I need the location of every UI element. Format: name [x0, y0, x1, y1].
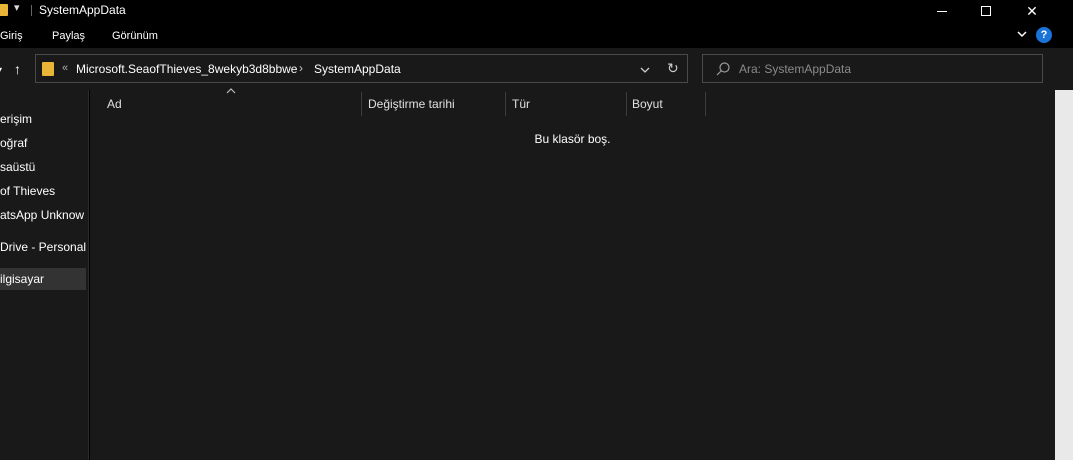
minimize-icon [937, 10, 947, 12]
sidebar-item-quick-access[interactable]: erişim [0, 108, 86, 130]
file-list[interactable]: Ad Değiştirme tarihi Tür Boyut Bu klasör… [90, 88, 1055, 460]
empty-folder-message: Bu klasör boş. [534, 132, 611, 146]
recent-locations-icon[interactable]: ▾ [0, 63, 2, 77]
expand-ribbon-chevron-icon[interactable] [1016, 28, 1028, 40]
sidebar-item-whatsapp[interactable]: atsApp Unknow [0, 204, 86, 226]
navigation-bar: ▾ ↑ « Microsoft.SeaofThieves_8wekyb3d8bb… [0, 48, 1073, 90]
sidebar-item-label: of Thieves [0, 184, 56, 198]
column-divider[interactable] [361, 92, 362, 116]
up-arrow-icon[interactable]: ↑ [14, 61, 21, 77]
maximize-button[interactable] [963, 0, 1009, 22]
tab-share[interactable]: Paylaş [52, 30, 85, 42]
sidebar-item-sea-of-thieves[interactable]: of Thieves [0, 180, 86, 202]
column-divider[interactable] [626, 92, 627, 116]
sidebar-item-label: Drive - Personal [0, 240, 86, 254]
minimize-button[interactable] [919, 0, 965, 22]
column-divider[interactable] [505, 92, 506, 116]
column-header-date-modified[interactable]: Değiştirme tarihi [368, 90, 503, 116]
maximize-icon [981, 6, 991, 16]
close-icon: ✕ [1026, 2, 1038, 19]
window-title: SystemAppData [39, 3, 126, 17]
quick-access-dropdown-icon[interactable]: ▾ [14, 1, 20, 14]
breadcrumb-overflow-icon[interactable]: « [62, 62, 68, 74]
column-header-size[interactable]: Boyut [632, 90, 702, 116]
search-icon [716, 62, 730, 76]
window-edge [1055, 90, 1073, 460]
close-button[interactable]: ✕ [1009, 0, 1055, 22]
column-header-name[interactable]: Ad [107, 90, 357, 116]
breadcrumb-chevron-icon[interactable]: › [299, 61, 303, 75]
ribbon-tabs: Giriş Paylaş Görünüm ? [0, 22, 1073, 48]
sidebar-item-label: ilgisayar [0, 272, 45, 286]
help-icon[interactable]: ? [1036, 27, 1052, 43]
address-dropdown-chevron-icon[interactable] [639, 64, 651, 76]
sidebar-item-pictures[interactable]: oğraf [0, 132, 86, 154]
folder-icon [0, 4, 8, 16]
folder-icon [42, 62, 54, 76]
navigation-pane: erişim oğraf saüstü of Thieves atsApp Un… [0, 90, 89, 460]
sidebar-item-desktop[interactable]: saüstü [0, 156, 86, 178]
sidebar-item-label: erişim [0, 112, 32, 126]
sidebar-item-label: atsApp Unknow [0, 208, 85, 222]
breadcrumb-item[interactable]: Microsoft.SeaofThieves_8wekyb3d8bbwe [76, 62, 297, 76]
address-bar[interactable]: « Microsoft.SeaofThieves_8wekyb3d8bbwe ›… [35, 54, 688, 83]
search-box[interactable] [702, 54, 1043, 83]
tab-view[interactable]: Görünüm [112, 30, 158, 42]
breadcrumb-item-current[interactable]: SystemAppData [314, 62, 401, 76]
sidebar-item-this-pc[interactable]: ilgisayar [0, 268, 86, 290]
column-header-type[interactable]: Tür [512, 90, 622, 116]
tab-home[interactable]: Giriş [0, 30, 23, 42]
title-bar: ▾ SystemAppData ✕ [0, 0, 1073, 22]
column-divider[interactable] [705, 92, 706, 116]
title-separator [31, 5, 32, 16]
sidebar-item-label: oğraf [0, 136, 28, 150]
search-input[interactable] [739, 59, 1029, 79]
sidebar-item-onedrive[interactable]: Drive - Personal [0, 236, 86, 258]
sidebar-item-label: saüstü [0, 160, 36, 174]
refresh-icon[interactable]: ↻ [667, 60, 679, 77]
